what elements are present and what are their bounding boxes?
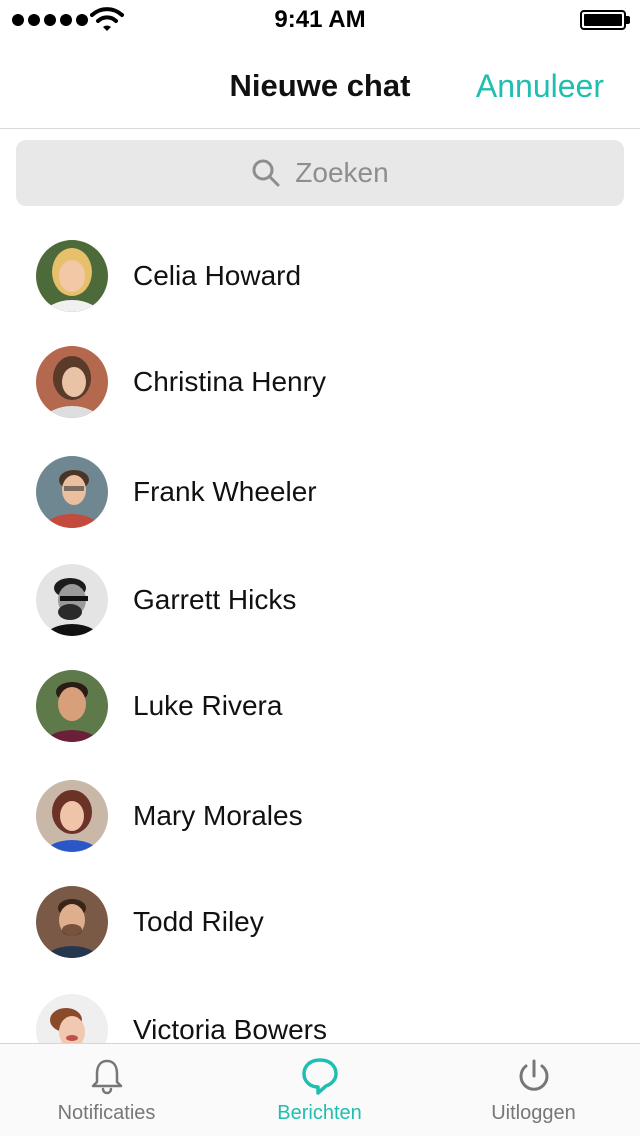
contact-name: Mary Morales [133, 800, 303, 831]
contact-row[interactable]: Christina Henry [0, 332, 640, 432]
contact-row[interactable]: Victoria Bowers [0, 980, 640, 1043]
avatar [36, 780, 108, 852]
contact-name: Christina Henry [133, 366, 326, 397]
contact-name: Todd Riley [133, 906, 264, 937]
avatar [36, 240, 108, 312]
search-placeholder: Zoeken [295, 157, 389, 188]
contact-name: Luke Rivera [133, 690, 283, 721]
power-icon [519, 1059, 548, 1091]
contact-name: Victoria Bowers [133, 1014, 328, 1043]
status-bar: 9:41 AM [0, 0, 640, 40]
contact-row[interactable]: Frank Wheeler [0, 442, 640, 542]
search-input[interactable]: Zoeken [16, 140, 624, 206]
new-chat-screen: 9:41 AM Nieuwe chat Annuleer Zoeken Celi… [0, 0, 640, 1136]
cancel-button[interactable]: Annuleer [476, 68, 604, 105]
contact-row[interactable]: Mary Morales [0, 766, 640, 866]
contact-row[interactable]: Celia Howard [0, 226, 640, 326]
avatar [36, 564, 108, 636]
battery-icon [580, 10, 630, 30]
tab-label: Notificaties [57, 1102, 156, 1124]
tab-logout[interactable]: Uitloggen [427, 1044, 640, 1136]
bell-icon [91, 1059, 122, 1095]
search-icon [252, 159, 280, 187]
tab-messages[interactable]: Berichten [213, 1044, 426, 1136]
avatar [36, 670, 108, 742]
avatar [36, 994, 108, 1043]
tab-notifications[interactable]: Notificaties [0, 1044, 213, 1136]
contact-name: Garrett Hicks [133, 584, 297, 615]
chat-bubble-icon [301, 1058, 338, 1095]
contact-list: Celia Howard Christina Henry Frank Wheel… [0, 216, 640, 1043]
contact-row[interactable]: Todd Riley [0, 872, 640, 972]
contact-row[interactable]: Luke Rivera [0, 656, 640, 756]
contact-name: Celia Howard [133, 260, 302, 291]
tab-label: Uitloggen [491, 1102, 576, 1124]
navigation-bar: Nieuwe chat Annuleer [0, 40, 640, 129]
contact-row[interactable]: Garrett Hicks [0, 550, 640, 650]
avatar [36, 346, 108, 418]
avatar [36, 456, 108, 528]
tab-bar: Notificaties Berichten Uitloggen [0, 1043, 640, 1136]
contact-name: Frank Wheeler [133, 476, 317, 507]
tab-label: Berichten [277, 1102, 362, 1124]
avatar [36, 886, 108, 958]
status-time: 9:41 AM [274, 6, 366, 33]
